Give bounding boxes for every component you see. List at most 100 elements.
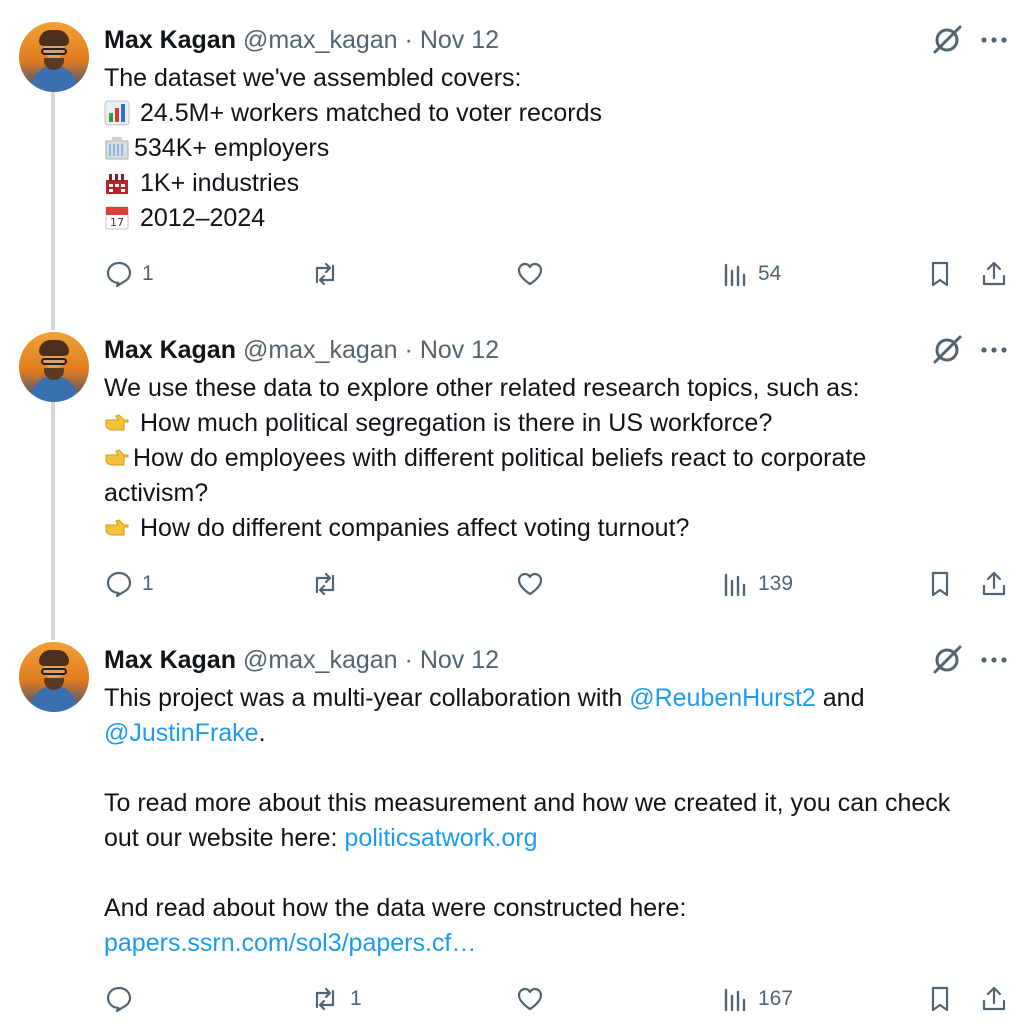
- repost-icon: [315, 572, 335, 596]
- like-button[interactable]: [515, 566, 553, 602]
- share-icon: [982, 986, 1006, 1011]
- bookmark-icon: [931, 986, 949, 1012]
- author-name[interactable]: Max Kagan: [104, 646, 236, 674]
- date-separator: ·: [404, 336, 413, 364]
- tweet-line: How do different companies affect voting…: [104, 511, 1004, 546]
- mention-link[interactable]: @JustinFrake: [104, 719, 259, 747]
- tweet-line: 24.5M+ workers matched to voter records: [104, 96, 1004, 131]
- tweet-date[interactable]: Nov 12: [420, 336, 499, 364]
- author-handle[interactable]: @max_kagan: [243, 26, 398, 54]
- reply-button[interactable]: [104, 981, 142, 1017]
- tweet-line: 17 2012–2024: [104, 201, 1004, 236]
- view-count: 139: [758, 572, 794, 595]
- tweet-text: We use these data to explore other relat…: [104, 371, 1004, 546]
- repost-icon: [315, 987, 335, 1011]
- like-button[interactable]: [515, 256, 553, 292]
- reply-icon: [106, 571, 132, 598]
- tweet-line: activism?: [104, 479, 209, 507]
- tweet-header: Max Kagan @max_kagan · Nov 12: [104, 26, 499, 56]
- share-button[interactable]: [979, 566, 1009, 602]
- tweet-line: The dataset we've assembled covers:: [104, 64, 522, 92]
- mention-link[interactable]: @ReubenHurst2: [629, 684, 816, 712]
- bookmark-button[interactable]: [925, 566, 955, 602]
- views-icon: [724, 263, 746, 287]
- repost-button[interactable]: [308, 256, 350, 292]
- office-building-emoji: [105, 137, 129, 160]
- share-button[interactable]: [979, 256, 1009, 292]
- grok-icon[interactable]: [930, 333, 964, 367]
- factory-emoji: [106, 174, 128, 194]
- avatar[interactable]: [19, 332, 89, 402]
- svg-text:17: 17: [110, 216, 124, 229]
- reply-icon: [106, 261, 132, 288]
- avatar[interactable]: [19, 642, 89, 712]
- tweet-line: @JustinFrake.: [104, 719, 266, 747]
- thread-connector: [51, 92, 55, 330]
- views-button[interactable]: 167: [720, 981, 793, 1017]
- more-options-icon[interactable]: [979, 335, 1009, 365]
- tweet-line: 1K+ industries: [104, 166, 1004, 201]
- heart-icon: [517, 262, 543, 286]
- like-button[interactable]: [515, 981, 553, 1017]
- bookmark-button[interactable]: [925, 981, 955, 1017]
- tweet-line: How do employees with different politica…: [104, 441, 1004, 476]
- author-name[interactable]: Max Kagan: [104, 26, 236, 54]
- repost-count: 1: [350, 987, 362, 1010]
- bar-chart-emoji: [104, 100, 130, 126]
- author-handle[interactable]: @max_kagan: [243, 336, 398, 364]
- grok-icon[interactable]: [930, 643, 964, 677]
- share-icon: [982, 571, 1006, 596]
- tweet-line: And read about how the data were constru…: [104, 894, 687, 922]
- website-link[interactable]: politicsatwork.org: [344, 824, 537, 852]
- share-icon: [982, 261, 1006, 286]
- grok-icon[interactable]: [930, 23, 964, 57]
- heart-icon: [517, 572, 543, 596]
- tweet-actions: 1 54: [0, 256, 1035, 292]
- views-button[interactable]: 139: [720, 566, 793, 602]
- bookmark-button[interactable]: [925, 256, 955, 292]
- view-count: 167: [758, 987, 794, 1010]
- repost-button[interactable]: [308, 566, 350, 602]
- tweet-line: How much political segregation is there …: [104, 406, 1004, 441]
- calendar-emoji: 17: [105, 206, 129, 230]
- date-separator: ·: [404, 26, 413, 54]
- author-handle[interactable]: @max_kagan: [243, 646, 398, 674]
- more-options-icon[interactable]: [979, 645, 1009, 675]
- tweet-text: The dataset we've assembled covers: 24.5…: [104, 61, 1004, 236]
- tweet-line: out our website here: politicsatwork.org: [104, 824, 538, 852]
- tweet-line: 534K+ employers: [104, 131, 1004, 166]
- paper-link[interactable]: papers.ssrn.com/sol3/papers.cf…: [104, 929, 476, 957]
- tweet-date[interactable]: Nov 12: [420, 646, 499, 674]
- views-icon: [724, 573, 746, 597]
- tweet-line: This project was a multi-year collaborat…: [104, 684, 865, 712]
- tweet-text: This project was a multi-year collaborat…: [104, 681, 1004, 961]
- pointing-right-emoji: [105, 519, 129, 536]
- tweet-line: We use these data to explore other relat…: [104, 374, 860, 402]
- reply-icon: [106, 986, 132, 1013]
- thread-connector: [51, 402, 55, 640]
- share-button[interactable]: [979, 981, 1009, 1017]
- heart-icon: [517, 987, 543, 1011]
- pointing-right-emoji: [105, 414, 129, 431]
- views-icon: [724, 988, 746, 1012]
- more-options-icon[interactable]: [979, 25, 1009, 55]
- reply-button[interactable]: 1: [104, 566, 154, 602]
- reply-button[interactable]: 1: [104, 256, 154, 292]
- tweet-line: To read more about this measurement and …: [104, 789, 951, 817]
- reply-count: 1: [142, 572, 154, 595]
- repost-icon: [315, 262, 335, 286]
- tweet-header: Max Kagan @max_kagan · Nov 12: [104, 646, 499, 676]
- date-separator: ·: [404, 646, 413, 674]
- avatar[interactable]: [19, 22, 89, 92]
- repost-button[interactable]: 1: [308, 981, 362, 1017]
- pointing-right-emoji: [105, 449, 129, 466]
- bookmark-icon: [931, 571, 949, 597]
- tweet-date[interactable]: Nov 12: [420, 26, 499, 54]
- views-button[interactable]: 54: [720, 256, 781, 292]
- tweet-actions: 1 139: [0, 566, 1035, 602]
- tweet-header: Max Kagan @max_kagan · Nov 12: [104, 336, 499, 366]
- tweet-actions: 1 167: [0, 981, 1035, 1017]
- author-name[interactable]: Max Kagan: [104, 336, 236, 364]
